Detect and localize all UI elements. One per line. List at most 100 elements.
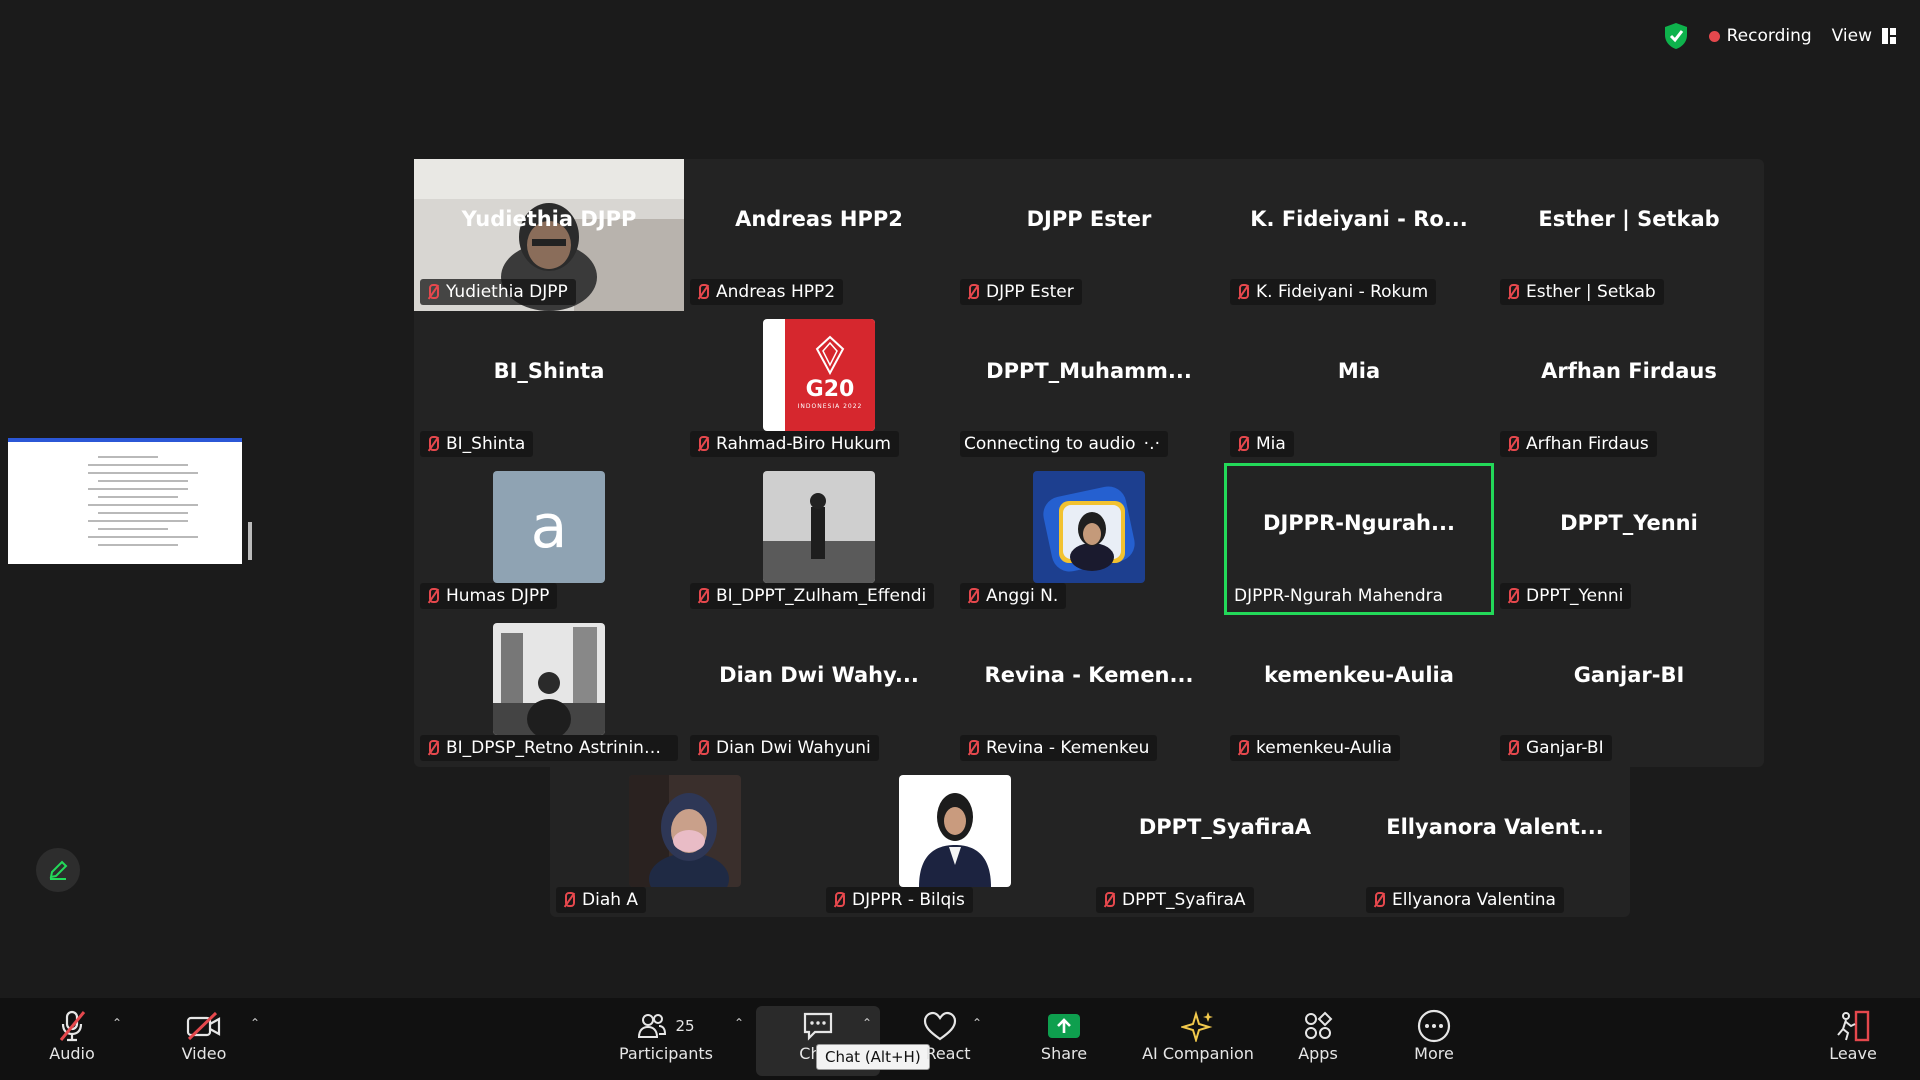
participants-button[interactable]: 25 Participants [616, 1008, 716, 1072]
apps-label: Apps [1298, 1044, 1338, 1063]
participant-label-text: Rahmad-Biro Hukum [716, 434, 891, 454]
thumbnail-resize-handle[interactable] [248, 522, 252, 560]
participant-name-label: BI_Shinta [420, 431, 534, 457]
ai-companion-button[interactable]: AI Companion [1138, 1008, 1258, 1072]
participant-tile[interactable]: Esther | Setkab Esther | Setkab [1494, 159, 1764, 311]
leave-button[interactable]: Leave [1822, 1008, 1884, 1072]
participant-name-label: BI_DPPT_Zulham_Effendi [690, 583, 935, 609]
g20-logo-subtext: INDONESIA 2022 [797, 403, 863, 410]
leave-label: Leave [1829, 1044, 1877, 1063]
react-button[interactable]: React [910, 1008, 971, 1072]
recording-indicator[interactable]: Recording [1708, 26, 1812, 46]
participant-tile[interactable]: DPPT_Yenni DPPT_Yenni [1494, 463, 1764, 615]
participant-tile[interactable]: Diah A [550, 767, 820, 919]
participant-name-label: Yudiethia DJPP [420, 279, 576, 305]
microphone-muted-icon [1504, 435, 1520, 453]
share-screen-icon [1048, 1014, 1080, 1038]
microphone-muted-icon [830, 891, 846, 909]
share-button[interactable]: Share [1034, 1008, 1094, 1072]
participant-display-name: Ganjar-BI [1573, 663, 1685, 687]
participant-display-name: Revina - Kemen... [984, 663, 1194, 687]
participant-tile[interactable]: Ellyanora Valent... Ellyanora Valentina [1360, 767, 1630, 919]
participant-tile[interactable]: Ganjar-BI Ganjar-BI [1494, 615, 1764, 767]
participant-tile[interactable]: DPPT_Muhamm... Connecting to audio ·․· [954, 311, 1224, 463]
participant-display-name: K. Fideiyani - Ro... [1250, 207, 1468, 231]
avatar-photo [763, 471, 875, 583]
sparkle-icon [1181, 1010, 1213, 1042]
participant-tile[interactable]: kemenkeu-Aulia kemenkeu-Aulia [1224, 615, 1494, 767]
participant-tile[interactable]: DJPPR - Bilqis [820, 767, 1090, 919]
participant-label-text: Dian Dwi Wahyuni [716, 738, 871, 758]
recording-label: Recording [1726, 26, 1812, 46]
react-options-chevron-icon[interactable]: ⌃ [972, 1016, 982, 1030]
microphone-muted-icon [1100, 891, 1116, 909]
shield-check-icon [1664, 23, 1687, 49]
participant-display-name: Arfhan Firdaus [1541, 359, 1717, 383]
participant-tile[interactable]: BI_DPSP_Retno Astriningtya... [414, 615, 684, 767]
shared-screen-thumbnail[interactable] [8, 438, 242, 564]
participant-tile[interactable]: Mia Mia [1224, 311, 1494, 463]
participant-display-name: Esther | Setkab [1538, 207, 1720, 231]
participant-display-name: Andreas HPP2 [735, 207, 903, 231]
microphone-muted-icon [964, 587, 980, 605]
participant-tile[interactable]: DJPPR-Ngurah... DJPPR-Ngurah Mahendra [1224, 463, 1494, 615]
more-icon [1417, 1009, 1451, 1043]
view-button[interactable]: View [1832, 26, 1896, 46]
participant-name-label: Arfhan Firdaus [1500, 431, 1657, 457]
participant-tile[interactable]: K. Fideiyani - Ro... K. Fideiyani - Rokum [1224, 159, 1494, 311]
connecting-dots-icon: ·․· [1143, 434, 1161, 454]
participant-tile[interactable]: DPPT_SyafiraA DPPT_SyafiraA [1090, 767, 1360, 919]
participant-name-label: Revina - Kemenkeu [960, 735, 1158, 761]
leave-door-icon [1837, 1010, 1870, 1042]
video-button[interactable]: Video [176, 1008, 232, 1072]
participant-name-label: BI_DPSP_Retno Astriningtya... [420, 735, 678, 761]
participant-tile[interactable]: Dian Dwi Wahy... Dian Dwi Wahyuni [684, 615, 954, 767]
meeting-toolbar: Audio ⌃ Video ⌃ 25 Participants ⌃ ⌃ Chat… [0, 998, 1920, 1080]
participants-options-chevron-icon[interactable]: ⌃ [734, 1016, 744, 1030]
chat-options-chevron-icon[interactable]: ⌃ [862, 1016, 872, 1030]
participant-label-text: Esther | Setkab [1526, 282, 1656, 302]
participant-display-name: DPPT_Yenni [1560, 511, 1698, 535]
participant-tile[interactable]: a Humas DJPP [414, 463, 684, 615]
participant-label-text: Andreas HPP2 [716, 282, 836, 302]
audio-button[interactable]: Audio [44, 1008, 100, 1072]
participant-name-label: Anggi N. [960, 583, 1067, 609]
apps-button[interactable]: Apps [1290, 1008, 1346, 1072]
participant-label-text: Mia [1256, 434, 1286, 454]
participant-display-name: BI_Shinta [493, 359, 605, 383]
participant-label-text: DJPP Ester [986, 282, 1074, 302]
avatar-photo [493, 623, 605, 735]
participant-name-label: Humas DJPP [420, 583, 558, 609]
participant-name-label: Andreas HPP2 [690, 279, 844, 305]
participant-tile[interactable]: Andreas HPP2 Andreas HPP2 [684, 159, 954, 311]
pencil-icon [49, 860, 68, 880]
participant-name-label: Rahmad-Biro Hukum [690, 431, 899, 457]
microphone-muted-icon [59, 1010, 86, 1042]
microphone-muted-icon [424, 587, 440, 605]
microphone-muted-icon [694, 587, 710, 605]
react-label: React [925, 1044, 971, 1063]
participant-tile[interactable]: G20 INDONESIA 2022 Rahmad-Biro Hukum [684, 311, 954, 463]
participant-tile[interactable]: BI_Shinta BI_Shinta [414, 311, 684, 463]
participant-label-text: BI_DPPT_Zulham_Effendi [716, 586, 927, 606]
g20-logo-text: G20 [805, 377, 855, 402]
participant-label-text: Humas DJPP [446, 586, 550, 606]
heart-icon [923, 1011, 957, 1041]
participant-tile[interactable]: Yudiethia DJPP Yudiethia DJPP [414, 159, 684, 311]
share-label: Share [1040, 1044, 1088, 1063]
participant-tile[interactable]: Revina - Kemen... Revina - Kemenkeu [954, 615, 1224, 767]
participant-tile[interactable]: Arfhan Firdaus Arfhan Firdaus [1494, 311, 1764, 463]
avatar-letter: a [493, 471, 605, 583]
participant-name-label: Ganjar-BI [1500, 735, 1612, 761]
microphone-muted-icon [1504, 739, 1520, 757]
video-options-chevron-icon[interactable]: ⌃ [250, 1016, 260, 1030]
annotate-button[interactable] [36, 848, 80, 892]
apps-icon [1305, 1011, 1333, 1039]
participant-tile[interactable]: BI_DPPT_Zulham_Effendi [684, 463, 954, 615]
participant-tile[interactable]: DJPP Ester DJPP Ester [954, 159, 1224, 311]
audio-options-chevron-icon[interactable]: ⌃ [112, 1016, 122, 1030]
microphone-muted-icon [1504, 587, 1520, 605]
participant-name-label: Connecting to audio ·․· [960, 431, 1169, 457]
more-button[interactable]: More [1406, 1008, 1462, 1072]
participant-tile[interactable]: Anggi N. [954, 463, 1224, 615]
